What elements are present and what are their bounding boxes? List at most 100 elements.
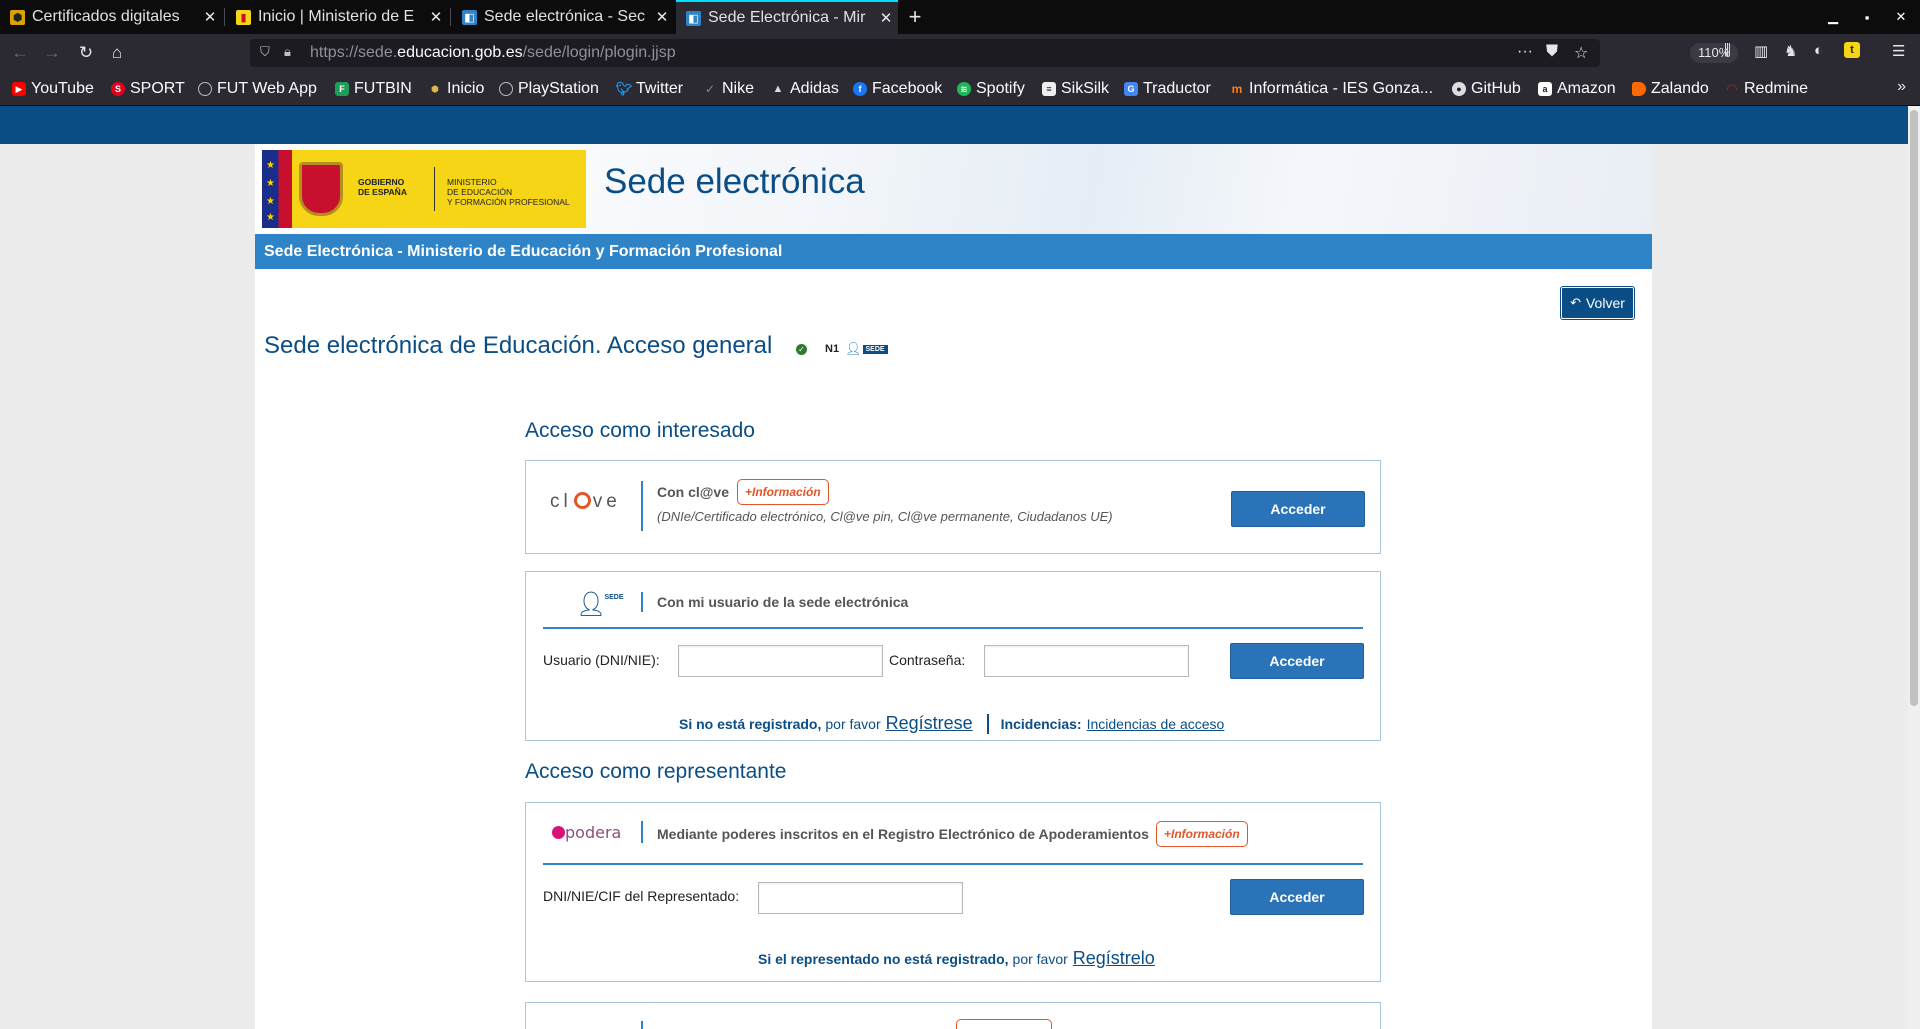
forward-arrow-icon[interactable]: → [38,40,66,66]
volver-button[interactable]: ↶ Volver [1561,287,1634,319]
incidencias-link[interactable]: Incidencias de acceso [1087,716,1225,732]
bookmark-facebook[interactable]: f Facebook [853,79,942,99]
registration-plain: por favor [825,716,881,732]
private-mask-icon[interactable]: ◐ [1814,42,1823,59]
minimize-icon[interactable]: ▁ [1816,0,1850,34]
bookmark-redmine[interactable]: ◠ Redmine [1725,79,1808,99]
sede-user-logo: 👤︎ SEDE [576,590,624,619]
sede-user-access-box: 👤︎ SEDE Con mi usuario de la sede electr… [525,571,1381,741]
bookmark-fut-web-app[interactable]: FUT Web App [198,79,317,99]
tab-inicio-ministerio[interactable]: ▮ Inicio | Ministerio de E ✕ [226,0,448,34]
menu-icon[interactable]: ☰ [1892,42,1905,60]
return-arrow-icon: ↶ [1570,295,1581,310]
close-icon[interactable]: ✕ [650,8,674,26]
bookmark-futbin[interactable]: F FUTBIN [335,79,412,99]
bookmark-inicio[interactable]: ⬢ Inicio [428,79,484,99]
scrollbar-thumb[interactable] [1910,110,1918,706]
zoom-level-badge[interactable]: 110% [1690,43,1739,63]
next-info-badge[interactable] [956,1019,1052,1029]
bookmark-label: PlayStation [518,80,599,97]
pocket-icon[interactable]: ⛊ [1546,43,1558,61]
bookmark-label: Facebook [872,80,943,97]
password-input[interactable] [984,645,1189,677]
ministry-icon: ▮ [236,9,251,25]
logo-ministry-text: MINISTERIO DE EDUCACIÓN Y FORMACIÓN PROF… [435,150,570,228]
url-text[interactable]: https://sede.educacion.gob.es/sede/login… [310,44,676,62]
bookmark-label: FUT Web App [217,80,317,97]
maximize-icon[interactable]: ▪ [1850,0,1884,34]
bookmark-spotify[interactable]: ≋ Spotify [957,79,1025,99]
moodle-icon: m [1231,82,1243,96]
close-icon[interactable]: ✕ [874,9,898,27]
lock-icon[interactable]: 🔒︎ [284,44,291,60]
bookmark-siksilk[interactable]: ≡ SikSilk [1042,79,1109,99]
clave-logo: cl ve [550,491,621,512]
library-icon[interactable]: ⫼ [1724,42,1731,59]
apodera-acceder-button[interactable]: Acceder [1230,879,1364,915]
globe-icon [499,82,513,96]
bookmark-label: YouTube [31,80,94,97]
close-window-icon[interactable]: ✕ [1884,0,1918,34]
home-icon[interactable]: ⌂ [103,40,131,66]
sede-user-acceder-button[interactable]: Acceder [1230,643,1364,679]
site-header: ★ ★ ★ ★ GOBIERNO DE ESPAÑA MINISTERIO DE ED… [255,144,1652,234]
bookmark-nike[interactable]: ✓ Nike [703,79,754,99]
reload-icon[interactable]: ↻ [72,40,100,66]
url-host: educacion.gob.es [397,44,523,61]
back-arrow-icon[interactable]: ← [6,40,34,66]
url-prefix: https://sede. [310,44,398,61]
usuario-input[interactable] [678,645,883,677]
tab-certificados[interactable]: ⬢ Certificados digitales ✕ [0,0,222,34]
sede-icon: ◧ [686,10,701,26]
page-scrollbar[interactable] [1908,106,1920,1029]
bookmark-adidas[interactable]: ▲ Adidas [771,79,839,99]
sidebar-icon[interactable]: ▥ [1754,42,1768,60]
registration-prompt: Si el representado no está registrado, [758,951,1009,967]
sede-icon: ◧ [462,9,477,25]
registrelo-link[interactable]: Regístrelo [1073,948,1155,969]
ministry-logo[interactable]: ★ ★ ★ ★ GOBIERNO DE ESPAÑA MINISTERIO DE ED… [262,150,586,228]
cube-icon: ⬢ [431,83,439,94]
close-icon[interactable]: ✕ [198,8,222,26]
clave-info-badge[interactable]: +Información [737,479,829,505]
more-actions-icon[interactable]: ··· [1517,43,1533,61]
amazon-icon: a [1538,82,1552,96]
chevron-right-double-icon[interactable]: » [1897,78,1906,96]
close-icon[interactable]: ✕ [424,8,448,26]
web-page: ★ ★ ★ ★ GOBIERNO DE ESPAÑA MINISTERIO DE ED… [0,106,1908,1029]
url-bar[interactable]: ⛉ 🔒︎ https://sede.educacion.gob.es/sede/… [250,39,1739,67]
bookmark-zalando[interactable]: Zalando [1632,79,1709,99]
tab-title: Certificados digitales [32,8,180,25]
adidas-icon: ▲ [772,83,784,95]
registrese-link[interactable]: Regístrese [886,713,973,734]
new-tab-button[interactable]: + [903,0,927,34]
section-title-representante: Acceso como representante [525,760,787,783]
page-title: Sede electrónica de Educación. Acceso ge… [264,332,773,359]
bookmark-informatica[interactable]: m Informática - IES Gonza... [1230,79,1433,99]
tab-sede-electronica[interactable]: ◧ Sede electrónica - Sec ✕ [452,0,674,34]
representado-input[interactable] [758,882,963,914]
bookmark-youtube[interactable]: ▶ YouTube [12,79,94,99]
tab-separator [450,8,451,26]
extension-badge-icon[interactable]: t [1844,42,1860,58]
bookmark-amazon[interactable]: a Amazon [1538,79,1616,99]
bookmark-github[interactable]: ● GitHub [1452,79,1521,99]
bookmark-star-icon[interactable]: ☆ [1574,43,1588,63]
bookmark-traductor[interactable]: G Traductor [1124,79,1211,99]
bookmark-label: Informática - IES Gonza... [1249,80,1434,97]
bookmark-twitter[interactable]: 🐦︎ Twitter [616,79,683,99]
clave-acceder-button[interactable]: Acceder [1231,491,1365,527]
check-icon: ✓ [796,344,807,355]
bookmark-playstation[interactable]: PlayStation [499,79,599,99]
tab-sede-electronica-active[interactable]: ◧ Sede Electrónica - Mir ✕ [676,0,898,34]
logo-ministry-line: MINISTERIO [447,177,497,187]
shield-icon[interactable]: ⛉ [260,44,270,60]
apodera-info-badge[interactable]: +Información [1156,821,1248,847]
bookmark-sport[interactable]: S SPORT [111,79,185,99]
apodera-label: Mediante poderes inscritos en el Registr… [657,826,1149,842]
bookmarks-bar: ▶ YouTube S SPORT FUT Web App F FUTBIN ⬢ Ini… [0,72,1920,106]
bookmark-label: Redmine [1744,80,1809,97]
extension-icon[interactable]: ♞ [1784,42,1797,60]
incidencias-label: Incidencias: [1000,716,1082,732]
logo-government-text: GOBIERNO DE ESPAÑA [358,177,407,197]
